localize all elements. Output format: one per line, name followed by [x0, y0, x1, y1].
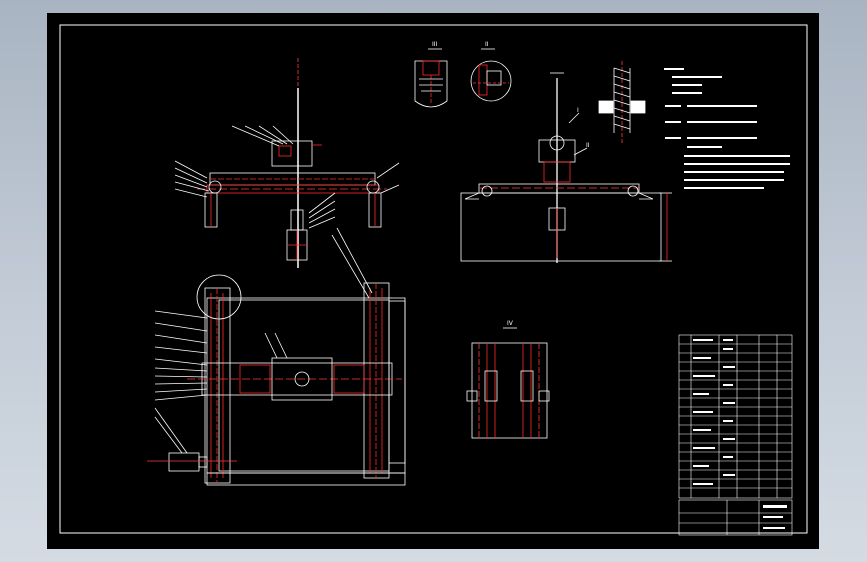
detail-iv-label: IV: [507, 320, 514, 327]
section-iii: III: [414, 41, 448, 108]
drawing-border: [59, 24, 808, 534]
detail-ii-label: II: [586, 142, 590, 149]
front-view: [174, 58, 400, 268]
technical-notes: [664, 68, 790, 189]
cad-drawing: III II I II IV: [59, 24, 808, 536]
plan-view: [147, 227, 406, 486]
section-iii-label: III: [432, 41, 438, 48]
screw-detail: [598, 61, 646, 143]
section-ii-label: II: [485, 41, 489, 48]
section-ii: II: [470, 41, 512, 102]
drawing-sheet: III II I II IV: [47, 13, 819, 549]
detail-i-label: I: [577, 107, 579, 114]
detail-iv: IV: [466, 320, 550, 439]
